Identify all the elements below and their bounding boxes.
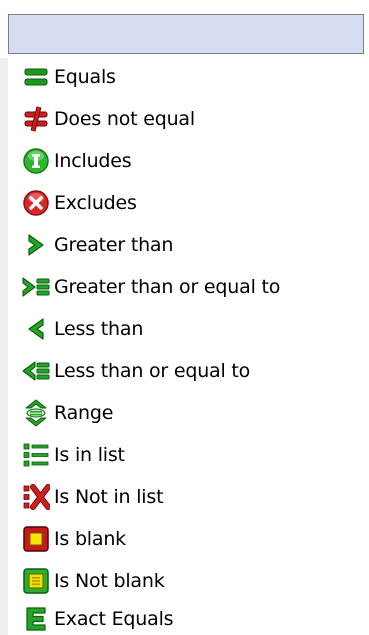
operator-item-is-blank[interactable]: Is blank	[8, 518, 369, 560]
operator-list: Equals Does not equal Includes Excludes …	[8, 56, 369, 635]
operator-label: Greater than or equal to	[54, 276, 281, 298]
operator-item-exact-equals[interactable]: Exact Equals	[8, 602, 369, 635]
operator-label: Range	[54, 402, 114, 424]
not-blank-icon	[20, 565, 52, 597]
greater-than-icon	[20, 229, 52, 261]
operator-item-range[interactable]: Range	[8, 392, 369, 434]
excludes-icon	[20, 187, 52, 219]
operator-item-less-than[interactable]: Less than	[8, 308, 369, 350]
less-equal-icon	[20, 355, 52, 387]
operator-item-greater-equal[interactable]: Greater than or equal to	[8, 266, 369, 308]
operator-label: Is Not in list	[54, 486, 164, 508]
operator-label: Less than	[54, 318, 144, 340]
operator-label: Is blank	[54, 528, 126, 550]
operator-item-is-not-in-list[interactable]: Is Not in list	[8, 476, 369, 518]
operator-label: Equals	[54, 66, 116, 88]
blank-icon	[20, 523, 52, 555]
less-than-icon	[20, 313, 52, 345]
operator-item-does-not-equal[interactable]: Does not equal	[8, 98, 369, 140]
not-equal-icon	[20, 103, 52, 135]
exact-equals-icon	[20, 603, 52, 635]
greater-equal-icon	[20, 271, 52, 303]
operator-label: Less than or equal to	[54, 360, 251, 382]
range-icon	[20, 397, 52, 429]
operator-item-excludes[interactable]: Excludes	[8, 182, 369, 224]
operator-item-is-in-list[interactable]: Is in list	[8, 434, 369, 476]
top-strip	[0, 0, 369, 12]
in-list-icon	[20, 439, 52, 471]
equals-icon	[20, 61, 52, 93]
left-gutter	[0, 58, 8, 635]
operator-label: Does not equal	[54, 108, 195, 130]
operator-label: Includes	[54, 150, 132, 172]
operator-dropdown-panel: Equals Does not equal Includes Excludes …	[0, 0, 369, 635]
operator-item-less-equal[interactable]: Less than or equal to	[8, 350, 369, 392]
includes-icon	[20, 145, 52, 177]
operator-label: Excludes	[54, 192, 137, 214]
filter-input[interactable]	[8, 14, 364, 54]
operator-label: Is Not blank	[54, 570, 165, 592]
operator-label: Greater than	[54, 234, 174, 256]
not-in-list-icon	[20, 481, 52, 513]
operator-item-greater-than[interactable]: Greater than	[8, 224, 369, 266]
operator-label: Is in list	[54, 444, 125, 466]
operator-item-is-not-blank[interactable]: Is Not blank	[8, 560, 369, 602]
operator-label: Exact Equals	[54, 607, 174, 630]
operator-item-equals[interactable]: Equals	[8, 56, 369, 98]
operator-item-includes[interactable]: Includes	[8, 140, 369, 182]
